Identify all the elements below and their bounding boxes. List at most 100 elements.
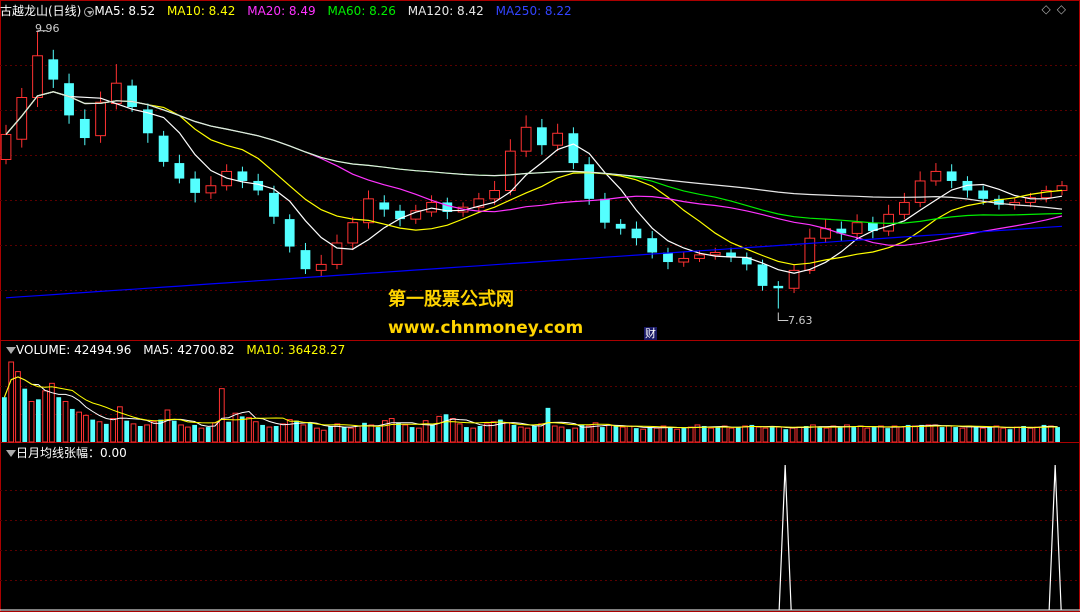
candle-body-up [315, 263, 327, 271]
volume-bar-up [898, 426, 905, 443]
volume-bar-down [885, 428, 891, 442]
volume-bar-up [354, 425, 361, 443]
candle-body-down [757, 264, 768, 286]
volume-bar-up [456, 423, 463, 443]
volume-bar-down [273, 426, 279, 442]
volume-bar-up [110, 418, 116, 443]
candle-body-down [269, 192, 279, 217]
ma120-label: MA120: 8.42 [407, 4, 484, 18]
volume-bar-up [823, 427, 830, 443]
volume-bar-up [606, 424, 613, 443]
volume-bar-up [708, 427, 714, 443]
dropdown-triangle-icon[interactable] [6, 450, 16, 457]
candle-body-up [899, 201, 910, 215]
indicator-spike [1048, 464, 1062, 611]
volume-bar-up [368, 424, 375, 443]
volume-bar-down [171, 420, 177, 442]
candle-body-down [379, 202, 390, 210]
indicator-legend: 日月均线张幅：0.00 [0, 444, 127, 462]
stock-chart-canvas[interactable] [0, 0, 1080, 612]
volume-ma5-label: MA5: 42700.82 [143, 343, 235, 357]
volume-bar-up [8, 361, 15, 443]
dropdown-triangle-icon[interactable] [6, 347, 16, 354]
volume-bar-up [184, 426, 191, 443]
volume-bar-up [232, 412, 239, 443]
volume-bar-up [925, 424, 932, 443]
volume-bar-up [742, 425, 748, 443]
ma5-label: MA5: 8.52 [94, 4, 156, 18]
volume-bar-up [483, 423, 490, 443]
diamond-icon[interactable]: ◇ [1057, 2, 1072, 16]
volume-bar-up [415, 427, 422, 443]
candle-body-up [930, 170, 942, 182]
candle-body-up [552, 132, 564, 146]
volume-bar-down [239, 416, 245, 442]
volume-bar-up [1027, 427, 1034, 443]
volume-bar-up [789, 427, 796, 443]
volume-bar-down [307, 422, 313, 442]
volume-bar-down [56, 397, 62, 442]
candle-body-up [0, 133, 12, 160]
volume-bar-up [144, 424, 150, 443]
volume-bar-up [674, 428, 680, 443]
volume-bar-up [572, 427, 579, 443]
volume-label: VOLUME: 42494.96 [16, 343, 132, 357]
volume-bar-up [755, 426, 762, 443]
candle-body-down [284, 219, 295, 247]
volume-bar-up [266, 426, 273, 443]
diamond-icon[interactable]: ◇ [1042, 2, 1057, 16]
volume-bar-down [545, 407, 551, 442]
volume-bar-down [375, 427, 381, 442]
finance-marker-icon[interactable]: 财 [644, 327, 657, 340]
volume-bar-down [532, 426, 537, 442]
volume-bar-up [402, 424, 409, 443]
volume-bar-up [878, 425, 884, 443]
indicator-spike [778, 464, 792, 611]
volume-bar-up [388, 418, 395, 443]
main-chart-legend: 古越龙山(日线) MA5: 8.52 MA10: 8.42 MA20: 8.49 … [0, 2, 572, 20]
candle-body-down [663, 252, 673, 263]
chart-frame [0, 0, 1080, 612]
volume-bar-down [409, 427, 415, 442]
volume-bar-up [660, 425, 667, 443]
volume-bar-up [728, 427, 735, 443]
volume-bar-up [314, 427, 320, 443]
volume-bar-up [252, 421, 259, 443]
volume-bar-down [837, 427, 843, 442]
volume-bar-up [626, 425, 633, 443]
volume-bar-up [28, 400, 35, 443]
volume-bar-up [524, 427, 531, 443]
candle-body-up [95, 101, 106, 137]
dropdown-circle-icon[interactable] [84, 6, 95, 17]
volume-bar-up [198, 427, 205, 443]
volume-bar-up [1000, 427, 1007, 443]
volume-bar-up [830, 425, 837, 443]
candle-body-down [946, 171, 957, 181]
volume-bar-down [260, 424, 265, 442]
high-price-label: 9.96 [35, 22, 60, 35]
candle-body-down [127, 85, 137, 108]
volume-bar-down [226, 421, 231, 442]
ma250-line [5, 225, 1063, 299]
candle-body-up [32, 55, 43, 98]
volume-bar-down [647, 427, 653, 442]
candle-body-down [64, 83, 74, 116]
stock-title[interactable]: 古越龙山(日线) [0, 4, 81, 18]
volume-bar-down [1007, 429, 1013, 442]
volume-bar-down [817, 427, 823, 442]
volume-bar-down [1055, 427, 1060, 442]
candle-body-up [709, 252, 721, 256]
volume-bar-up [150, 421, 157, 443]
volume-bar-up [1047, 425, 1054, 443]
candle-body-down [48, 59, 59, 80]
volume-bar-down [565, 429, 571, 442]
candle-body-up [504, 150, 516, 191]
candle-body-down [158, 135, 169, 162]
volume-bar-up [912, 425, 918, 443]
low-pointer [777, 312, 789, 322]
volume-bar-up [178, 424, 184, 443]
candle-body-down [978, 190, 989, 199]
volume-bar-up [218, 388, 225, 443]
volume-bar-up [76, 411, 83, 443]
candle-body-down [615, 223, 626, 229]
